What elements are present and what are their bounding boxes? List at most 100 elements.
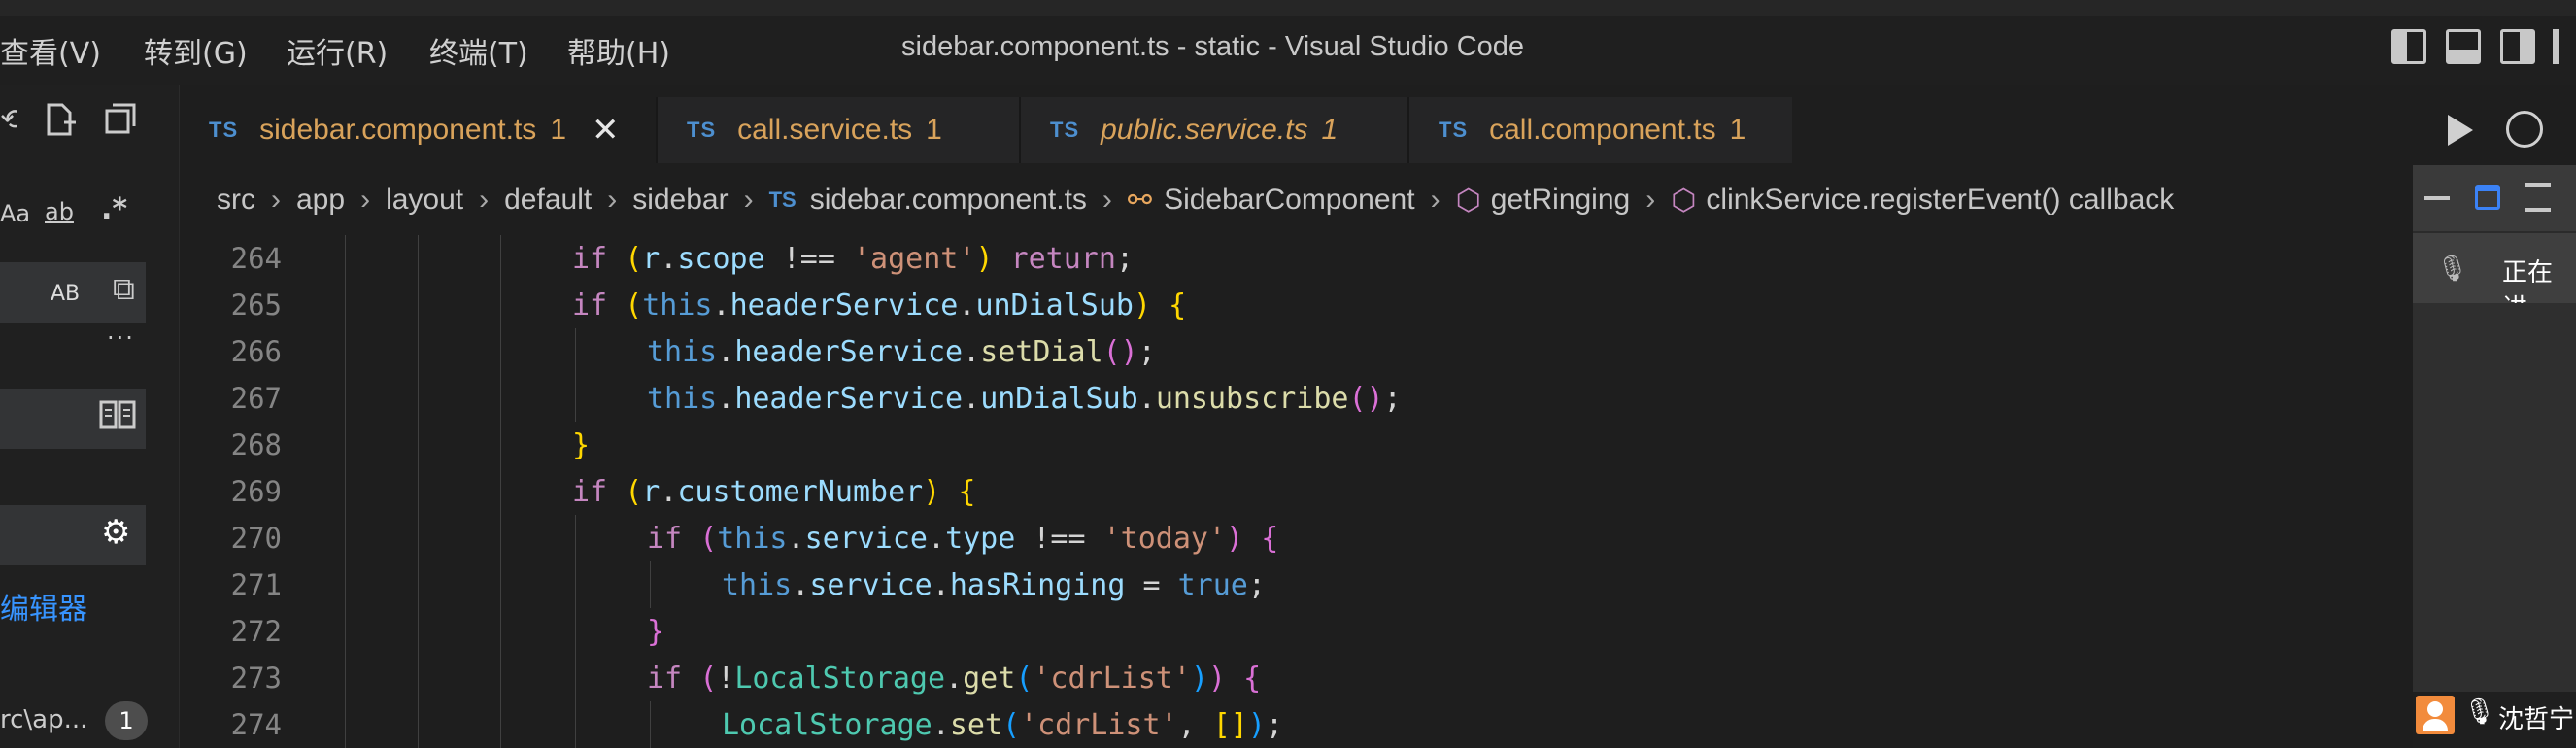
settings-gear-icon[interactable]: ⚙	[101, 513, 130, 552]
chevron-right-icon: ›	[1645, 184, 1656, 216]
tab-sidebar-component[interactable]: TS sidebar.component.ts 1 ✕	[180, 97, 656, 163]
window-mode-icon[interactable]	[2475, 185, 2500, 210]
breadcrumb-default[interactable]: default	[504, 184, 592, 217]
code-line: 274 LocalStorage.set('cdrList', []);	[180, 701, 2414, 748]
breadcrumb-sidebar[interactable]: sidebar	[632, 184, 728, 217]
line-number: 266	[230, 335, 282, 368]
typescript-icon: TS	[209, 118, 239, 142]
method-symbol-icon: ⬡	[1455, 184, 1481, 217]
microphone-icon: 🎙	[2436, 255, 2469, 284]
breadcrumb-callback[interactable]: clinkService.registerEvent() callback	[1706, 184, 2174, 217]
participant-name: 沈哲宁	[2498, 705, 2575, 734]
line-number: 274	[230, 708, 282, 741]
problem-count: 1	[926, 114, 942, 146]
open-in-editor-link[interactable]: 编辑器	[0, 585, 87, 628]
speaking-bar: 🎙 正在讲	[2413, 233, 2576, 323]
line-number: 265	[230, 289, 282, 322]
line-number: 264	[230, 242, 282, 275]
title-bar: 查看(V) 转到(G) 运行(R) 终端(T) 帮助(H) sidebar.co…	[0, 0, 2576, 85]
top-strip	[0, 0, 2576, 16]
chevron-right-icon: ›	[360, 184, 371, 216]
problem-count: 1	[550, 114, 566, 146]
typescript-icon: TS	[768, 187, 797, 212]
menu-goto[interactable]: 转到(G)	[144, 29, 248, 72]
refresh-icon[interactable]: ⟲	[0, 103, 17, 137]
list-mode-icon[interactable]	[2525, 183, 2551, 212]
menu-view[interactable]: 查看(V)	[0, 29, 101, 72]
new-file-icon[interactable]	[41, 101, 78, 146]
open-editors-icon[interactable]	[99, 398, 136, 439]
collapse-all-icon[interactable]	[103, 101, 138, 144]
line-number: 271	[230, 568, 282, 601]
chevron-right-icon: ›	[743, 184, 754, 216]
chevron-right-icon: ›	[479, 184, 490, 216]
code-line: 268 }	[180, 422, 2414, 468]
code-line: 269 if (r.customerNumber) {	[180, 468, 2414, 515]
tab-label: sidebar.component.ts	[259, 114, 537, 146]
mic-on-icon: 🎙	[2463, 697, 2496, 727]
menu-terminal[interactable]: 终端(T)	[429, 29, 528, 72]
breadcrumb-file[interactable]: sidebar.component.ts	[810, 184, 1087, 217]
line-number: 273	[230, 662, 282, 695]
tab-public-service[interactable]: TS public.service.ts 1	[1021, 97, 1407, 163]
customize-layout-icon[interactable]	[2553, 29, 2559, 64]
code-editor[interactable]: 264 if (r.scope !== 'agent') return; 265…	[180, 235, 2414, 748]
breadcrumb-class[interactable]: SidebarComponent	[1164, 184, 1415, 217]
code-line: 271 this.service.hasRinging = true;	[180, 561, 2414, 608]
user-avatar-icon	[2416, 696, 2455, 734]
run-icon[interactable]	[2448, 115, 2473, 146]
result-count-badge: 1	[105, 701, 148, 740]
menu-help[interactable]: 帮助(H)	[567, 29, 670, 72]
search-panel: ⟲ Aa ab .* AB ⧉ ··· ⚙ 编辑器 rc\ap... 1	[0, 85, 180, 748]
code-line: 264 if (r.scope !== 'agent') return;	[180, 235, 2414, 282]
code-line: 266 this.headerService.setDial();	[180, 328, 2414, 375]
code-line: 273 if (!LocalStorage.get('cdrList')) {	[180, 655, 2414, 701]
code-line: 267 this.headerService.unDialSub.unsubsc…	[180, 375, 2414, 422]
result-file-path[interactable]: rc\ap...	[0, 705, 87, 734]
breadcrumb: src › app › layout › default › sidebar › TS s…	[180, 165, 2414, 235]
breadcrumb-layout[interactable]: layout	[386, 184, 463, 217]
chevron-right-icon: ›	[607, 184, 618, 216]
breadcrumb-src[interactable]: src	[217, 184, 255, 217]
line-number: 269	[230, 475, 282, 508]
toggle-sidebar-icon[interactable]	[2391, 29, 2426, 64]
menu-run[interactable]: 运行(R)	[287, 29, 388, 72]
problem-count: 1	[1321, 114, 1339, 146]
method-symbol-icon: ⬡	[1671, 184, 1697, 217]
toggle-secondary-sidebar-icon[interactable]	[2500, 29, 2535, 64]
close-icon[interactable]: ✕	[592, 111, 620, 150]
tab-label: call.service.ts	[737, 114, 913, 146]
match-word-toggle[interactable]: ab	[45, 198, 74, 225]
video-area	[2413, 303, 2576, 692]
line-number: 270	[230, 522, 282, 555]
breadcrumb-method[interactable]: getRinging	[1491, 184, 1630, 217]
meeting-header	[2413, 165, 2576, 231]
match-case-toggle[interactable]: Aa	[0, 200, 30, 227]
chevron-right-icon: ›	[1102, 184, 1112, 216]
tab-call-component[interactable]: TS call.component.ts 1	[1409, 97, 1792, 163]
code-line: 265 if (this.headerService.unDialSub) {	[180, 282, 2414, 328]
problem-count: 1	[1729, 114, 1746, 146]
minimize-icon[interactable]	[2424, 196, 2450, 200]
tab-label: public.service.ts	[1101, 114, 1308, 146]
line-number: 268	[230, 428, 282, 461]
breadcrumb-app[interactable]: app	[296, 184, 345, 217]
line-number: 272	[230, 615, 282, 648]
editor-actions	[2419, 97, 2576, 163]
more-options-icon[interactable]: ···	[107, 324, 135, 352]
timeline-icon[interactable]	[2506, 111, 2543, 148]
line-number: 267	[230, 382, 282, 415]
typescript-icon: TS	[1050, 118, 1080, 142]
preserve-case-toggle[interactable]: AB	[51, 282, 80, 306]
typescript-icon: TS	[1439, 118, 1469, 142]
window-title: sidebar.component.ts - static - Visual S…	[901, 31, 1525, 62]
class-symbol-icon: ⚯	[1127, 184, 1153, 217]
toggle-panel-icon[interactable]	[2446, 29, 2481, 64]
tab-call-service[interactable]: TS call.service.ts 1	[658, 97, 1019, 163]
chevron-right-icon: ›	[1430, 184, 1441, 216]
typescript-icon: TS	[687, 118, 717, 142]
code-line: 270 if (this.service.type !== 'today') {	[180, 515, 2414, 561]
code-line: 272 }	[180, 608, 2414, 655]
replace-all-icon[interactable]: ⧉	[113, 270, 135, 308]
regex-toggle[interactable]: .*	[101, 192, 127, 226]
